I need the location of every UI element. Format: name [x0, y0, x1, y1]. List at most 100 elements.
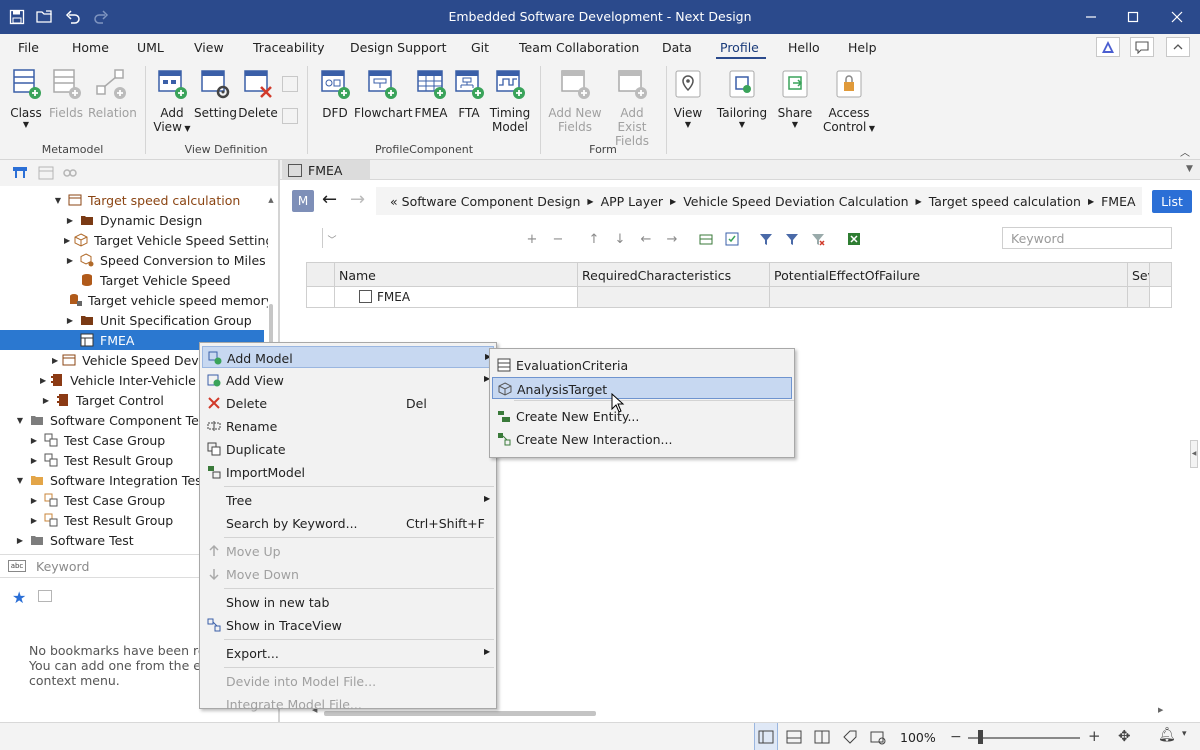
flowchart-button[interactable]: Flowchart [354, 68, 413, 120]
menu-data[interactable]: Data [662, 40, 692, 55]
submenu-item-evaluationcriteria[interactable]: EvaluationCriteria [492, 354, 792, 376]
relation-button[interactable]: Relation [88, 68, 137, 120]
menu-help[interactable]: Help [848, 40, 877, 55]
menu-item-export[interactable]: Export... ▶ [202, 642, 494, 664]
menu-profile[interactable]: Profile [720, 40, 759, 55]
menu-item-add-model[interactable]: Add Model▶ [202, 346, 494, 368]
copy-view-icon[interactable] [282, 76, 298, 92]
tree-item[interactable]: ▶ Test Result Group [28, 510, 228, 530]
menu-item-duplicate[interactable]: Duplicate [202, 438, 494, 460]
tree-item[interactable]: ▶ Software Test [14, 530, 214, 550]
notification-bell-icon[interactable]: 🔔︎ [1158, 727, 1176, 743]
row-severity-cell[interactable] [1127, 287, 1149, 307]
back-arrow-icon[interactable]: ← [322, 189, 337, 210]
add-row-icon[interactable]: + [524, 231, 540, 247]
delete-view-button[interactable]: Delete [238, 68, 278, 120]
move-right-arrow-icon[interactable]: → [664, 231, 680, 247]
side-panel-toggle-icon[interactable]: ◀ [1190, 440, 1198, 468]
status-chevron-icon[interactable]: ▾ [1182, 729, 1187, 739]
menu-traceability[interactable]: Traceability [253, 40, 324, 55]
breadcrumb-item[interactable]: FMEA [1101, 194, 1135, 209]
row-required-characteristics-cell[interactable] [577, 287, 769, 307]
maximize-icon[interactable] [1118, 6, 1148, 28]
grid-check-icon[interactable] [724, 231, 740, 247]
tree-scrollbar[interactable]: ▲ [268, 196, 274, 434]
zoom-slider-thumb[interactable] [978, 730, 983, 744]
target-icon[interactable] [870, 729, 886, 745]
expand-arrow-icon[interactable]: ▶ [14, 536, 26, 545]
grid-keyword-input[interactable]: Keyword [1002, 227, 1172, 249]
expand-arrow-icon[interactable]: ▶ [64, 216, 76, 225]
zoom-slider-track[interactable] [968, 737, 1080, 739]
submenu-item-create-new-interaction[interactable]: Create New Interaction... [492, 428, 792, 450]
class-button[interactable]: Class ▼ [6, 68, 46, 129]
zoom-out-icon[interactable]: − [950, 729, 962, 745]
fields-button[interactable]: Fields [46, 68, 86, 120]
add-view-button[interactable]: Add View ▼ [152, 68, 192, 134]
filter-icon[interactable] [758, 231, 774, 247]
tree-item[interactable]: ▼ Target speed calculation [52, 190, 262, 210]
ribbon-collapse-icon[interactable]: ︿ [1180, 144, 1190, 159]
expand-arrow-icon[interactable]: ▶ [40, 376, 46, 385]
move-left-arrow-icon[interactable]: ← [638, 231, 654, 247]
menu-item-show-in-traceview[interactable]: Show in TraceView [202, 614, 494, 636]
submenu-item-create-new-entity[interactable]: Create New Entity... [492, 405, 792, 427]
tab-list-chevron-icon[interactable]: ▼ [1186, 164, 1193, 174]
tree-item[interactable]: ▶ Speed Conversion to Miles [64, 250, 268, 270]
export-excel-icon[interactable] [846, 231, 862, 247]
menu-home[interactable]: Home [72, 40, 109, 55]
fmea-button[interactable]: FMEA [412, 68, 450, 120]
menu-item-rename[interactable]: Rename [202, 415, 494, 437]
fta-button[interactable]: FTA [450, 68, 488, 120]
menu-item-delete[interactable]: Delete Del [202, 392, 494, 414]
tailoring-button[interactable]: Tailoring ▼ [716, 68, 768, 129]
expand-arrow-icon[interactable]: ▶ [52, 356, 58, 365]
menu-item-integrate-model-file[interactable]: Integrate Model File... [202, 693, 494, 715]
setting-button[interactable]: Setting [194, 68, 237, 120]
column-header-potential-effect[interactable]: PotentialEffectOfFailure [769, 263, 1127, 287]
comment-icon[interactable] [1130, 37, 1154, 57]
expand-arrow-icon[interactable]: ▶ [64, 256, 76, 265]
fit-to-screen-icon[interactable]: ✥ [1118, 727, 1131, 745]
tree-item[interactable]: ▶ Target Vehicle Speed Setting [64, 230, 268, 250]
column-header-name[interactable]: Name [334, 263, 570, 287]
menu-item-tree[interactable]: Tree ▶ [202, 489, 494, 511]
expand-arrow-icon[interactable]: ▶ [40, 396, 52, 405]
move-up-arrow-icon[interactable]: ↑ [586, 231, 602, 247]
submenu-item-analysistarget[interactable]: AnalysisTarget [492, 377, 792, 399]
menu-uml[interactable]: UML [137, 40, 164, 55]
add-exist-fields-button[interactable]: Add Exist Fields [604, 68, 660, 148]
expand-arrow-icon[interactable]: ▶ [28, 496, 40, 505]
minimize-icon[interactable] [1076, 6, 1106, 28]
move-down-arrow-icon[interactable]: ↓ [612, 231, 628, 247]
zoom-in-icon[interactable]: + [1088, 727, 1101, 745]
tree-view-icon[interactable] [12, 166, 28, 180]
tree-item[interactable]: ▼ Software Integration Test [14, 470, 214, 490]
bookmark-folder-icon[interactable] [38, 590, 52, 602]
tree-item[interactable]: ▶ Test Case Group [28, 490, 228, 510]
search-options-icon[interactable]: abc [8, 560, 26, 572]
column-header-severity[interactable]: Severity [1127, 263, 1149, 287]
star-icon[interactable]: ★ [12, 588, 26, 607]
add-new-fields-button[interactable]: Add New Fields [546, 68, 604, 134]
insert-row-icon[interactable] [698, 231, 714, 247]
breadcrumb-item[interactable]: Target speed calculation [929, 194, 1081, 209]
menu-item-importmodel[interactable]: ImportModel [202, 461, 494, 483]
menu-item-show-in-new-tab[interactable]: Show in new tab [202, 591, 494, 613]
tree-item[interactable]: ▶ Test Case Group [28, 430, 228, 450]
menu-git[interactable]: Git [471, 40, 489, 55]
menu-item-search-by-keyword[interactable]: Search by Keyword... Ctrl+Shift+F [202, 512, 494, 534]
remove-row-icon[interactable]: − [550, 231, 566, 247]
breadcrumb-item[interactable]: Vehicle Speed Deviation Calculation [683, 194, 908, 209]
row-name-cell[interactable]: FMEA [377, 290, 410, 304]
clear-filter-icon[interactable] [810, 231, 826, 247]
paste-view-icon[interactable] [282, 108, 298, 124]
table-row[interactable]: FMEA [334, 287, 570, 307]
tag-icon[interactable] [842, 729, 858, 745]
menu-item-devide-into-model-file[interactable]: Devide into Model File... [202, 670, 494, 692]
timing-model-button[interactable]: Timing Model [488, 68, 532, 134]
scroll-up-icon[interactable]: ▲ [268, 196, 274, 204]
tree-item[interactable]: Target Vehicle Speed [64, 270, 268, 290]
forward-arrow-icon[interactable]: → [350, 189, 365, 210]
list-view-icon[interactable] [38, 166, 54, 180]
